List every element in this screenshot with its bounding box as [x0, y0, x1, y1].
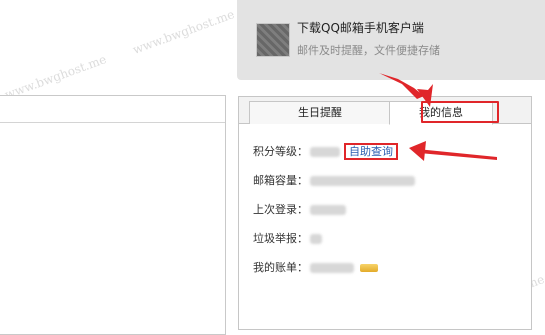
- tab-birthday-reminder[interactable]: 生日提醒: [249, 101, 391, 124]
- row-mailbox-capacity: 邮箱容量：: [253, 173, 415, 189]
- points-level-value: [310, 147, 340, 157]
- spam-report-label: 垃圾举报：: [253, 232, 308, 245]
- promo-title[interactable]: 下载QQ邮箱手机客户端: [297, 19, 424, 36]
- my-bills-label: 我的账单：: [253, 261, 308, 274]
- mobile-client-promo[interactable]: 下载QQ邮箱手机客户端 邮件及时提醒，文件便捷存储: [237, 0, 545, 80]
- tab-my-info[interactable]: 我的信息: [389, 101, 493, 125]
- row-last-login: 上次登录：: [253, 202, 346, 218]
- coin-icon: [360, 264, 378, 272]
- left-panel-header: [0, 96, 225, 123]
- info-widget: 生日提醒 我的信息 积分等级： 自助查询 邮箱容量： 上次登录： 垃圾举报： 我的…: [238, 96, 532, 330]
- my-bills-value: [310, 263, 354, 273]
- self-query-link[interactable]: 自助查询: [344, 143, 398, 160]
- mailbox-capacity-label: 邮箱容量：: [253, 174, 308, 187]
- points-level-label: 积分等级：: [253, 145, 308, 158]
- promo-subtitle: 邮件及时提醒，文件便捷存储: [297, 44, 440, 57]
- watermark: www.bwghost.me: [130, 7, 237, 57]
- left-panel: [0, 95, 226, 335]
- row-points-level: 积分等级： 自助查询: [253, 143, 398, 160]
- last-login-value: [310, 205, 346, 215]
- qr-code-icon: [256, 23, 290, 57]
- row-my-bills: 我的账单：: [253, 260, 378, 276]
- spam-report-value: [310, 234, 322, 244]
- mailbox-capacity-value: [310, 176, 415, 186]
- widget-tabs: 生日提醒 我的信息: [239, 97, 531, 125]
- last-login-label: 上次登录：: [253, 203, 308, 216]
- row-spam-report: 垃圾举报：: [253, 231, 322, 247]
